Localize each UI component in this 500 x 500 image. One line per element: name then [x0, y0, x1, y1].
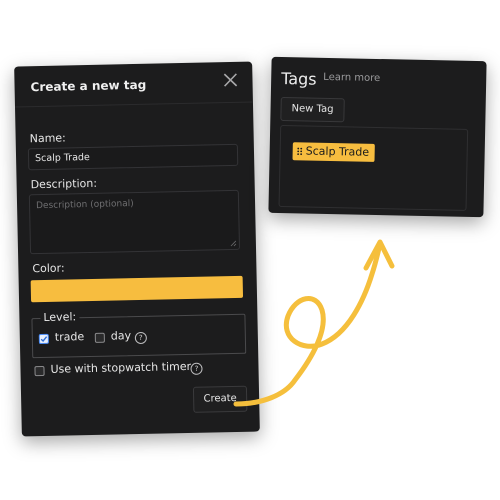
hand-drawn-arrow — [233, 239, 395, 407]
